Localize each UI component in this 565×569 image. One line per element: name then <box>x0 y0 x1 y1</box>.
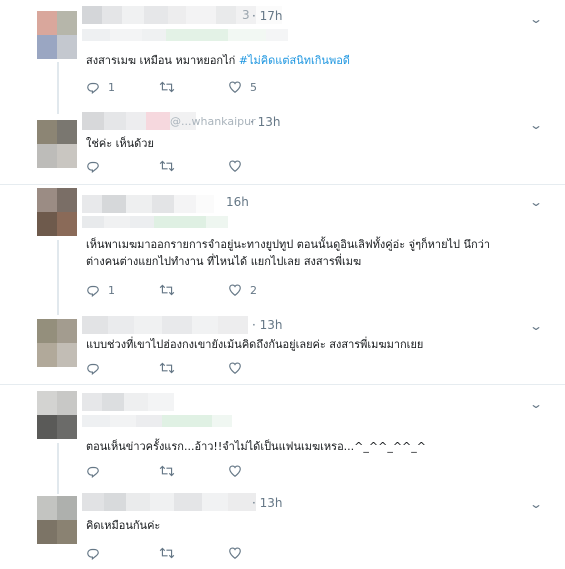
chevron-down-icon[interactable]: ⌄ <box>529 319 543 333</box>
author-name-redacted[interactable] <box>82 195 214 213</box>
tweet-2[interactable]: @...whankaipur · 13h ⌄ ใช่ค่ะ เห็นด้วย <box>0 104 565 184</box>
retweet-icon <box>159 547 175 559</box>
like-button[interactable] <box>228 361 250 375</box>
like-button[interactable] <box>228 159 250 173</box>
avatar[interactable] <box>37 120 77 168</box>
tweet-text: คิดเหมือนกันค่ะ <box>86 519 161 532</box>
heart-icon <box>229 160 241 172</box>
tweet-1[interactable]: 3 · 17h ⌄ สงสารเมฆ เหมือน หมาหยอกไก่ #ไม… <box>0 0 565 104</box>
thread-line <box>57 486 59 494</box>
tweet-actions <box>86 159 286 177</box>
thread-line <box>57 104 59 114</box>
reply-icon <box>87 466 99 478</box>
tweet-timestamp[interactable]: · 13h <box>252 318 283 332</box>
avatar[interactable] <box>37 496 77 544</box>
chevron-down-icon[interactable]: ⌄ <box>529 118 543 132</box>
author-name-redacted[interactable] <box>82 316 248 334</box>
retweet-icon <box>159 465 175 477</box>
tweet-6[interactable]: · 13h ⌄ คิดเหมือนกันค่ะ <box>0 486 565 569</box>
tweet-timestamp[interactable]: · 13h <box>252 496 283 510</box>
tweet-actions: 1 5 <box>86 80 286 98</box>
tweet-3[interactable]: 16h ⌄ เห็นพาเมฆมาออกรายการจำอยู่นะทางยูป… <box>0 185 565 307</box>
retweet-button[interactable] <box>159 464 183 478</box>
reply-icon <box>87 285 99 297</box>
handle-redacted <box>82 216 228 228</box>
tweet-timestamp[interactable]: 16h <box>226 195 249 209</box>
chevron-down-icon[interactable]: ⌄ <box>529 397 543 411</box>
tweet-actions: 1 2 <box>86 283 286 301</box>
retweet-button[interactable] <box>159 283 183 297</box>
chevron-down-icon[interactable]: ⌄ <box>529 12 543 26</box>
like-count: 5 <box>250 80 257 94</box>
reply-icon <box>87 363 99 375</box>
avatar[interactable] <box>37 391 77 439</box>
retweet-icon <box>159 362 175 374</box>
reply-icon <box>87 82 99 94</box>
retweet-icon <box>159 284 175 296</box>
tweet-text: ตอนเห็นข่าวครั้งแรก...อ้าว!!จำไม่ได้เป็น… <box>86 440 426 453</box>
heart-icon <box>229 547 241 559</box>
reply-button[interactable] <box>86 464 108 478</box>
tweet-actions <box>86 546 286 564</box>
handle-suffix: 3 <box>242 8 250 22</box>
reply-icon <box>87 161 99 173</box>
retweet-button[interactable] <box>159 80 183 94</box>
handle-redacted <box>82 29 288 41</box>
like-button[interactable]: 5 <box>228 80 257 94</box>
reply-button[interactable] <box>86 546 108 560</box>
reply-button[interactable] <box>86 159 108 173</box>
tweet-body: สงสารเมฆ เหมือน หมาหยอกไก่ <box>86 54 239 67</box>
retweet-button[interactable] <box>159 361 183 375</box>
thread-line <box>57 307 59 315</box>
heart-icon <box>229 81 241 93</box>
author-name-redacted[interactable] <box>82 393 174 411</box>
chevron-down-icon[interactable]: ⌄ <box>529 195 543 209</box>
heart-icon <box>229 465 241 477</box>
tweet-4[interactable]: · 13h ⌄ แบบช่วงที่เขาไปฮ่องกงเขายังเม้นค… <box>0 307 565 384</box>
tweet-actions <box>86 464 286 482</box>
tweet-text: แบบช่วงที่เขาไปฮ่องกงเขายังเม้นคิดถึงกัน… <box>86 338 424 351</box>
reply-icon <box>87 548 99 560</box>
reply-button[interactable]: 1 <box>86 283 115 297</box>
retweet-icon <box>159 160 175 172</box>
like-button[interactable] <box>228 546 250 560</box>
retweet-icon <box>159 81 175 93</box>
avatar[interactable] <box>37 11 77 59</box>
thread-line <box>57 62 59 104</box>
retweet-button[interactable] <box>159 546 183 560</box>
tweet-text: สงสารเมฆ เหมือน หมาหยอกไก่ #ไม่คิดแต่สนิ… <box>86 52 350 69</box>
chevron-down-icon[interactable]: ⌄ <box>529 497 543 511</box>
reply-button[interactable] <box>86 361 108 375</box>
tweet-timestamp[interactable]: · 17h <box>252 9 283 23</box>
reply-count: 1 <box>108 80 115 94</box>
hashtag-link[interactable]: #ไม่คิดแต่สนิทเกินพอดี <box>239 54 350 67</box>
tweet-text-line: เห็นพาเมฆมาออกรายการจำอยู่นะทางยูปทูป ตอ… <box>86 238 491 251</box>
reply-count: 1 <box>108 283 115 297</box>
tweet-text: ใช่ค่ะ เห็นด้วย <box>86 137 154 150</box>
author-name-redacted[interactable] <box>82 493 256 511</box>
handle-partial: @...whankaipur <box>170 115 256 128</box>
avatar[interactable] <box>37 188 77 236</box>
avatar[interactable] <box>37 319 77 367</box>
tweet-text: เห็นพาเมฆมาออกรายการจำอยู่นะทางยูปทูป ตอ… <box>86 236 490 270</box>
like-count: 2 <box>250 283 257 297</box>
like-button[interactable]: 2 <box>228 283 257 297</box>
thread-line <box>57 443 59 486</box>
tweet-5[interactable]: ⌄ ตอนเห็นข่าวครั้งแรก...อ้าว!!จำไม่ได้เป… <box>0 385 565 486</box>
heart-icon <box>229 284 241 296</box>
reply-button[interactable]: 1 <box>86 80 115 94</box>
tweet-actions <box>86 361 286 379</box>
tweet-text-line: ต่างคนต่างแยกไปทำงาน ที่ไหนได้ แยกไปเลย … <box>86 255 362 268</box>
thread-line <box>57 240 59 307</box>
handle-redacted <box>82 415 232 427</box>
like-button[interactable] <box>228 464 250 478</box>
retweet-button[interactable] <box>159 159 183 173</box>
heart-icon <box>229 362 241 374</box>
tweet-timestamp[interactable]: · 13h <box>250 115 281 129</box>
